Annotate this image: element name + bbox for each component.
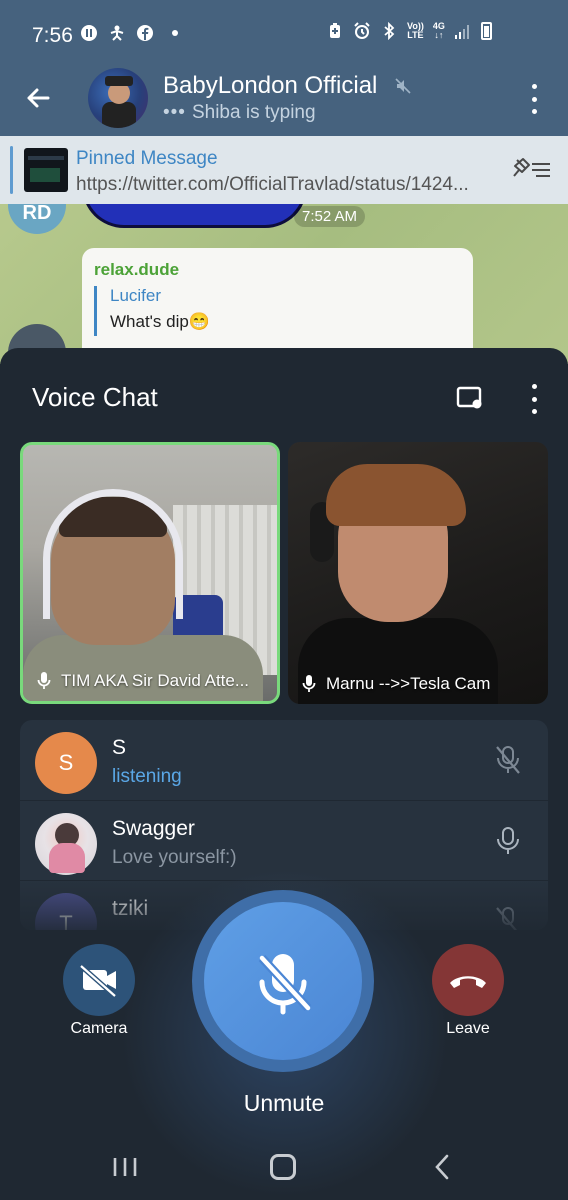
navigation-bar — [0, 1130, 568, 1200]
chat-title[interactable]: BabyLondon Official — [163, 72, 377, 100]
message-time: 7:52 AM — [294, 206, 366, 227]
chat-header: BabyLondon Official ••• Shiba is typing — [0, 60, 568, 136]
pin-list-icon[interactable] — [512, 156, 552, 182]
unmute-button[interactable] — [204, 902, 362, 1060]
pinned-accent-bar — [10, 146, 13, 194]
battery-saver-icon — [330, 23, 340, 38]
network-arrows: ↓↑ — [434, 30, 444, 40]
chat-avatar[interactable] — [88, 68, 148, 128]
media-icon — [81, 25, 97, 41]
typing-text: Shiba is typing — [191, 102, 316, 123]
accessibility-icon — [110, 25, 124, 41]
camera-button[interactable] — [63, 944, 135, 1016]
participant-avatar: S — [35, 732, 97, 794]
message-sender: relax.dude — [94, 260, 180, 279]
voice-chat-more-icon[interactable] — [526, 384, 542, 414]
pinned-text: https://twitter.com/OfficialTravlad/stat… — [76, 174, 469, 195]
recent-apps-icon[interactable] — [112, 1156, 138, 1178]
volte-bottom: LTE — [407, 30, 424, 40]
muted-speaker-icon — [395, 78, 411, 94]
status-right-icons: Vo)) LTE 4G ↓↑ — [326, 22, 492, 40]
leave-button[interactable] — [432, 944, 504, 1016]
status-left-icons — [80, 24, 178, 42]
participant-row[interactable]: S S listening — [20, 720, 548, 800]
video-tile-label: Marnu -->>Tesla Cam — [302, 674, 532, 694]
nav-back-icon[interactable] — [432, 1154, 452, 1180]
alarm-icon — [354, 22, 370, 39]
chat-subtitle: ••• Shiba is typing — [163, 102, 316, 124]
participant-avatar — [35, 813, 97, 875]
user-avatar-rd[interactable]: RD — [8, 204, 66, 234]
muted-microphone-icon[interactable] — [494, 744, 522, 776]
voice-chat-title: Voice Chat — [32, 382, 158, 412]
typing-indicator: ••• — [163, 102, 186, 123]
bluetooth-icon — [384, 22, 395, 40]
picture-in-picture-icon[interactable] — [456, 386, 484, 410]
more-options-icon[interactable] — [526, 84, 542, 114]
end-call-icon — [450, 976, 486, 988]
video-tile[interactable]: Marnu -->>Tesla Cam — [288, 442, 548, 704]
status-bar: 7:56 Vo)) LTE 4G ↓↑ — [0, 0, 568, 60]
volte-indicator: Vo)) LTE — [407, 22, 424, 40]
unmute-label: Unmute — [243, 1090, 325, 1116]
camera-label: Camera — [70, 1020, 128, 1037]
back-arrow-icon[interactable] — [22, 82, 54, 114]
sticker-image — [82, 204, 307, 228]
leave-label: Leave — [446, 1020, 490, 1037]
signal-icon — [454, 25, 469, 39]
video-participant-name: Marnu -->>Tesla Cam — [326, 674, 491, 693]
notification-dot-icon — [172, 30, 178, 36]
pinned-title: Pinned Message — [76, 148, 218, 169]
pinned-thumbnail — [24, 148, 68, 192]
battery-icon — [480, 22, 492, 40]
video-participant-name: TIM AKA Sir David Atte... — [61, 671, 250, 690]
participant-status: Love yourself:) — [112, 847, 237, 868]
chat-background: RD 7:52 AM relax.dude Lucifer What's dip… — [0, 204, 568, 364]
video-tile-label: TIM AKA Sir David Atte... — [37, 671, 267, 691]
reply-text: What's dip😁 — [110, 312, 210, 331]
voice-chat-sheet: Voice Chat TIM AKA Sir David Atte... Mar… — [0, 348, 568, 1200]
microphone-icon[interactable] — [494, 825, 522, 857]
microphone-icon — [37, 672, 51, 689]
reply-name: Lucifer — [110, 286, 162, 305]
message-bubble[interactable]: relax.dude Lucifer What's dip😁 — [82, 248, 473, 364]
pinned-message-bar[interactable]: Pinned Message https://twitter.com/Offic… — [0, 136, 568, 204]
participant-name: S — [112, 736, 127, 759]
participant-name: Swagger — [112, 817, 195, 840]
facebook-icon — [137, 25, 153, 41]
participant-status: listening — [112, 766, 182, 787]
home-icon[interactable] — [270, 1154, 296, 1180]
muted-microphone-icon — [258, 954, 312, 1015]
camera-off-icon — [79, 964, 117, 998]
status-time: 7:56 — [32, 24, 73, 47]
reply-accent-bar — [94, 286, 97, 336]
microphone-icon — [302, 675, 316, 692]
network-indicator: 4G ↓↑ — [433, 22, 445, 40]
video-tile-speaking[interactable]: TIM AKA Sir David Atte... — [20, 442, 280, 704]
